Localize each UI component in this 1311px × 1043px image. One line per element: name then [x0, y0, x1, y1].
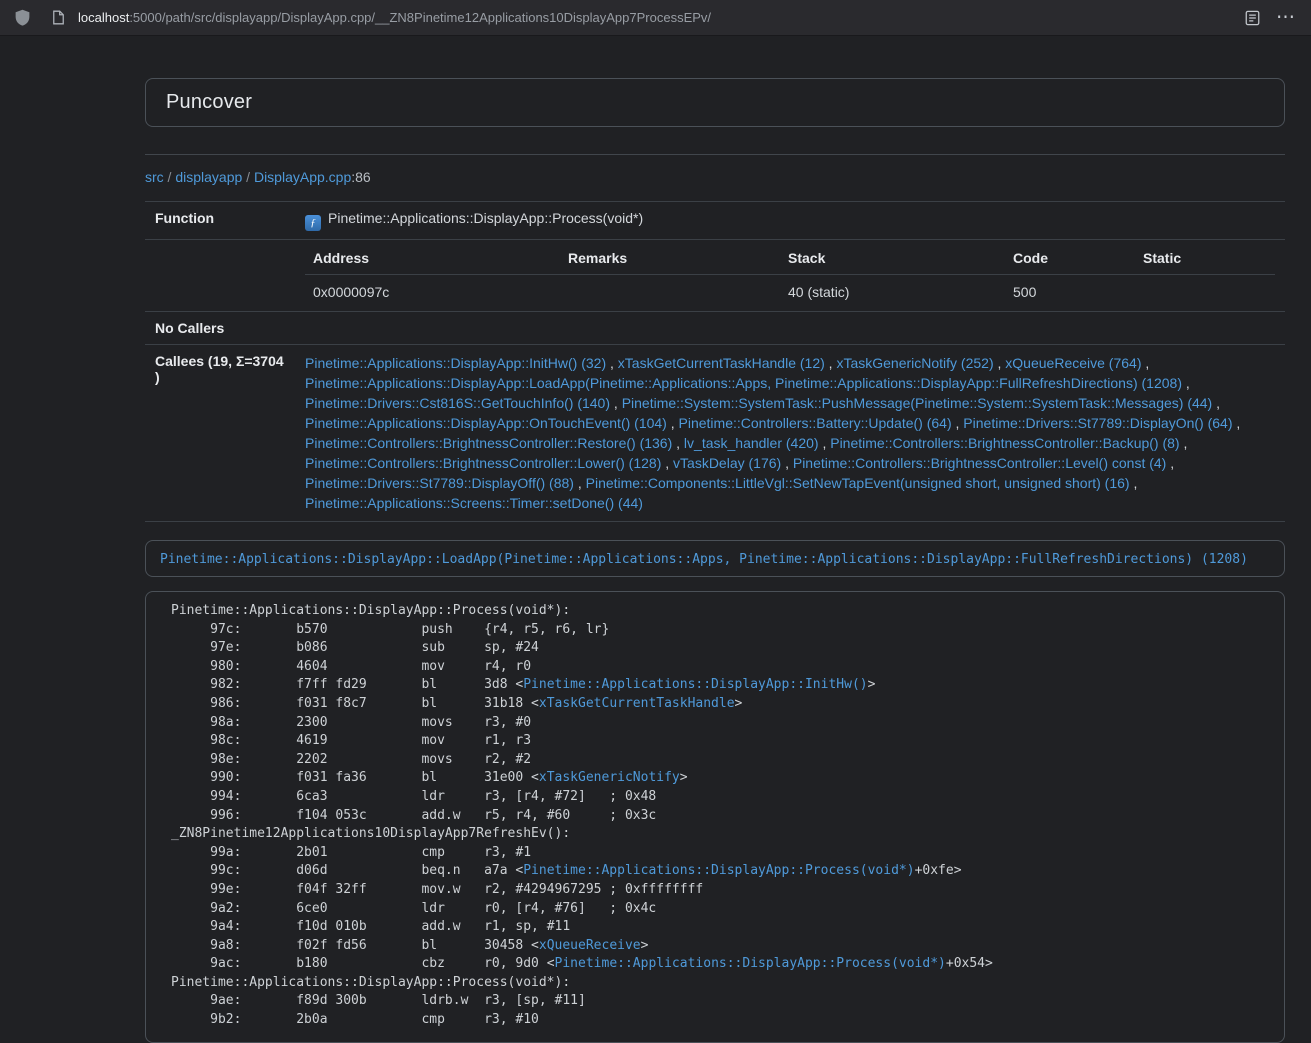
code-symbol-link[interactable]: Pinetime::Applications::DisplayApp::Proc… [555, 956, 946, 971]
callee-link[interactable]: xQueueReceive (764) [1005, 355, 1141, 371]
code-symbol-link[interactable]: Pinetime::Applications::DisplayApp::Proc… [523, 863, 914, 878]
no-callers-row: No Callers [145, 312, 1285, 345]
disassembly-code: Pinetime::Applications::DisplayApp::Proc… [146, 592, 1284, 1042]
callee-link[interactable]: Pinetime::Controllers::BrightnessControl… [830, 435, 1179, 451]
stats-value: 40 (static) [780, 275, 1005, 304]
stats-row: AddressRemarksStackCodeStatic 0x0000097c… [145, 240, 1285, 312]
page-container: Puncover src / displayapp / DisplayApp.c… [145, 36, 1285, 1043]
stats-header: Static [1135, 248, 1275, 275]
url-host: localhost [78, 10, 129, 25]
stats-value [560, 275, 780, 304]
shield-icon[interactable] [12, 8, 32, 28]
function-name: Pinetime::Applications::DisplayApp::Proc… [328, 210, 643, 226]
url-bar[interactable]: localhost:5000/path/src/displayapp/Displ… [78, 10, 1232, 25]
callee-link[interactable]: Pinetime::Controllers::BrightnessControl… [305, 455, 661, 471]
reader-view-icon[interactable] [1242, 8, 1262, 28]
selected-symbol-box: Pinetime::Applications::DisplayApp::Load… [145, 540, 1285, 577]
callee-link[interactable]: Pinetime::Controllers::BrightnessControl… [305, 435, 672, 451]
function-name-cell: ƒ Pinetime::Applications::DisplayApp::Pro… [295, 202, 1285, 240]
page-header-box: Puncover [145, 78, 1285, 127]
code-symbol-link[interactable]: xTaskGetCurrentTaskHandle [539, 696, 735, 711]
overflow-menu-icon[interactable]: ⋯ [1272, 8, 1299, 27]
stats-value [1135, 275, 1275, 304]
page-title: Puncover [166, 91, 1264, 114]
breadcrumb-line-number: :86 [351, 169, 370, 185]
function-icon-glyph: ƒ [310, 217, 316, 229]
document-icon [48, 8, 68, 28]
callee-link[interactable]: Pinetime::Applications::DisplayApp::Load… [305, 375, 1182, 391]
no-callers-label: No Callers [145, 312, 295, 345]
stats-row-label [145, 240, 295, 312]
callee-link[interactable]: Pinetime::System::SystemTask::PushMessag… [622, 395, 1213, 411]
callee-link[interactable]: Pinetime::Applications::Screens::Timer::… [305, 495, 643, 511]
callees-list: Pinetime::Applications::DisplayApp::Init… [295, 345, 1285, 522]
url-path: :5000/path/src/displayapp/DisplayApp.cpp… [129, 10, 711, 25]
code-symbol-link[interactable]: xQueueReceive [539, 938, 641, 953]
callees-row: Callees (19, Σ=3704 ) Pinetime::Applicat… [145, 345, 1285, 522]
code-symbol-link[interactable]: xTaskGenericNotify [539, 770, 680, 785]
stats-header: Stack [780, 248, 1005, 275]
breadcrumb-link[interactable]: src [145, 169, 164, 185]
disassembly-box: Pinetime::Applications::DisplayApp::Proc… [145, 591, 1285, 1043]
breadcrumb-link[interactable]: displayapp [175, 169, 242, 185]
stats-header: Code [1005, 248, 1135, 275]
symbol-table: Function ƒPinetime::Applications::Displa… [145, 201, 1285, 522]
callee-link[interactable]: Pinetime::Components::LittleVgl::SetNewT… [586, 475, 1130, 491]
code-symbol-link[interactable]: Pinetime::Applications::DisplayApp::Init… [523, 677, 867, 692]
stats-value: 0x0000097c [305, 275, 560, 304]
stats-header: Remarks [560, 248, 780, 275]
callee-link[interactable]: Pinetime::Applications::DisplayApp::Init… [305, 355, 606, 371]
breadcrumb-separator: / [242, 169, 254, 185]
browser-toolbar: localhost:5000/path/src/displayapp/Displ… [0, 0, 1311, 36]
stats-header: Address [305, 248, 560, 275]
stats-table: AddressRemarksStackCodeStatic 0x0000097c… [305, 248, 1275, 303]
stats-header-row: AddressRemarksStackCodeStatic [305, 248, 1275, 275]
divider [145, 154, 1285, 155]
no-callers-cell [295, 312, 1285, 345]
stats-cell: AddressRemarksStackCodeStatic 0x0000097c… [295, 240, 1285, 312]
function-row: Function ƒ Pinetime::Applications::Displa… [145, 202, 1285, 240]
callee-link[interactable]: Pinetime::Drivers::Cst816S::GetTouchInfo… [305, 395, 610, 411]
stats-value-row: 0x0000097c 40 (static)500 [305, 275, 1275, 304]
stats-value: 500 [1005, 275, 1135, 304]
selected-symbol-link[interactable]: Pinetime::Applications::DisplayApp::Load… [160, 552, 1248, 567]
callee-link[interactable]: xTaskGenericNotify (252) [836, 355, 993, 371]
callee-link[interactable]: Pinetime::Drivers::St7789::DisplayOff() … [305, 475, 574, 491]
callee-link[interactable]: xTaskGetCurrentTaskHandle (12) [618, 355, 825, 371]
function-row-label: Function [145, 202, 295, 240]
callee-link[interactable]: Pinetime::Applications::DisplayApp::OnTo… [305, 415, 667, 431]
breadcrumb-separator: / [164, 169, 176, 185]
callee-link[interactable]: Pinetime::Controllers::BrightnessControl… [793, 455, 1166, 471]
callee-link[interactable]: Pinetime::Controllers::Battery::Update()… [679, 415, 952, 431]
breadcrumb: src / displayapp / DisplayApp.cpp:86 [145, 169, 1285, 185]
callee-link[interactable]: lv_task_handler (420) [684, 435, 819, 451]
callee-link[interactable]: Pinetime::Drivers::St7789::DisplayOn() (… [963, 415, 1232, 431]
callee-link[interactable]: vTaskDelay (176) [673, 455, 781, 471]
function-icon: ƒ [305, 215, 321, 231]
callees-label: Callees (19, Σ=3704 ) [145, 345, 295, 522]
breadcrumb-link[interactable]: DisplayApp.cpp [254, 169, 351, 185]
